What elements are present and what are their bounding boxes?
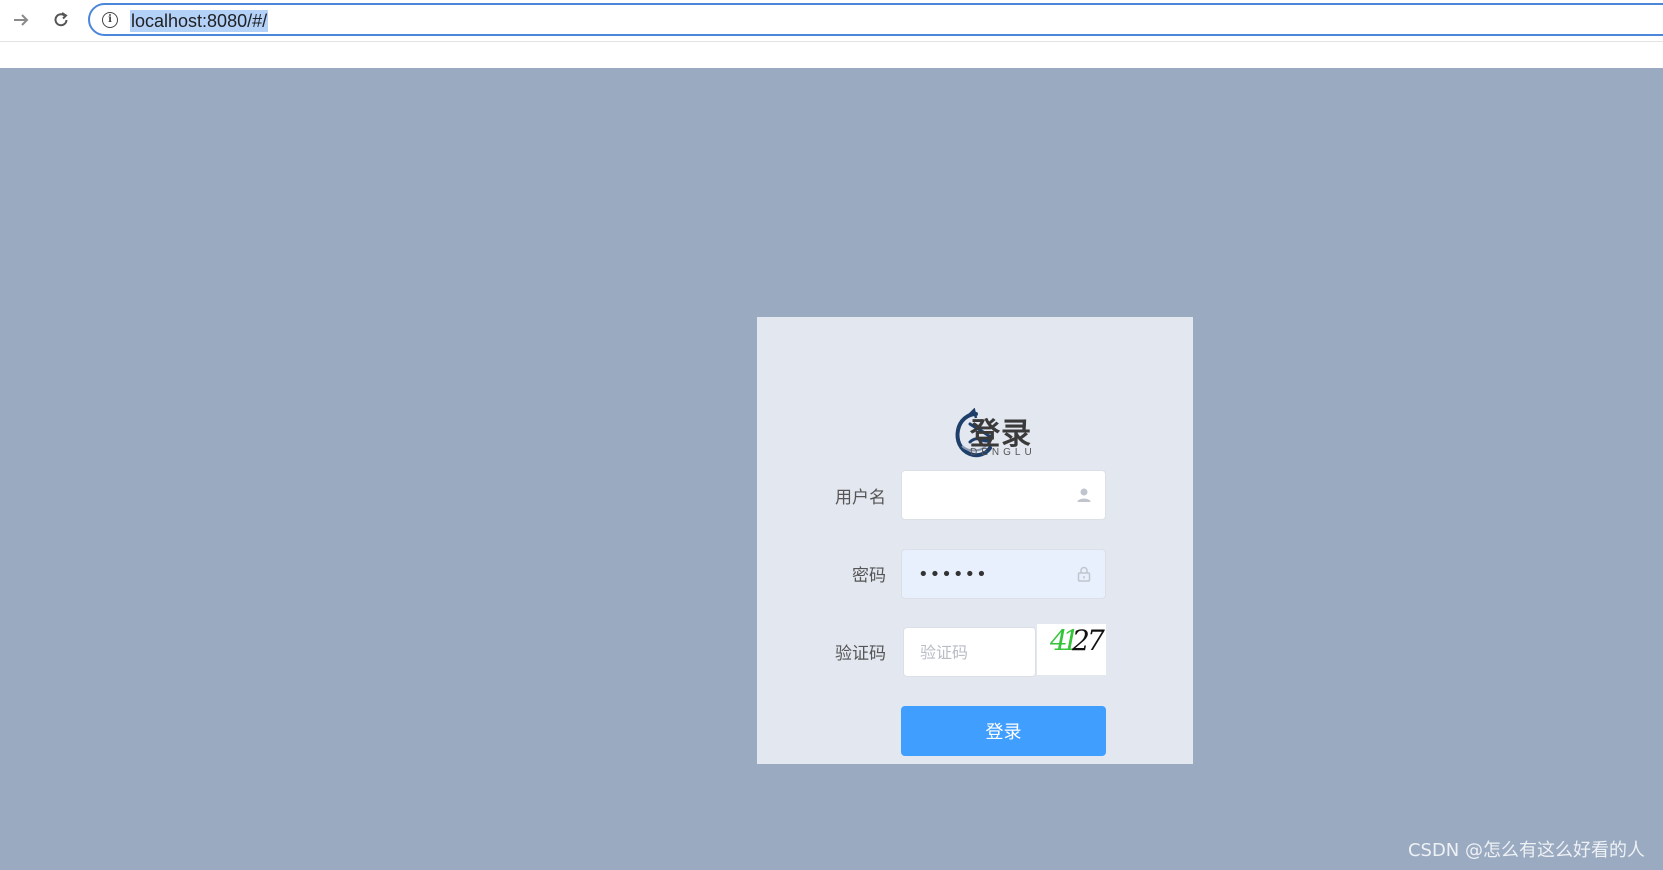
- username-field-wrapper: [901, 470, 1106, 520]
- captcha-label: 验证码: [835, 644, 886, 664]
- password-field-wrapper: [901, 549, 1106, 599]
- forward-icon[interactable]: [6, 6, 36, 34]
- info-icon[interactable]: i: [102, 12, 118, 28]
- captcha-input[interactable]: [904, 628, 1035, 676]
- logo-subtitle: DENGLU: [970, 447, 1036, 458]
- login-button[interactable]: 登录: [901, 706, 1106, 756]
- password-label: 密码: [852, 566, 886, 586]
- captcha-digit-4: 7: [1087, 624, 1105, 657]
- url-text[interactable]: localhost:8080/#/: [130, 10, 269, 32]
- login-card: [757, 317, 1193, 764]
- toolbar-divider: [0, 41, 1663, 42]
- browser-toolbar: i localhost:8080/#/: [0, 0, 1663, 68]
- user-icon: [1077, 488, 1091, 502]
- captcha-image[interactable]: 4 1 2 7: [1037, 624, 1106, 675]
- reload-icon[interactable]: [46, 6, 76, 34]
- captcha-field-wrapper: [903, 627, 1036, 677]
- address-bar[interactable]: i localhost:8080/#/: [88, 3, 1663, 36]
- watermark: CSDN @怎么有这么好看的人: [1407, 840, 1645, 861]
- username-label: 用户名: [835, 488, 886, 508]
- lock-icon: [1077, 566, 1091, 582]
